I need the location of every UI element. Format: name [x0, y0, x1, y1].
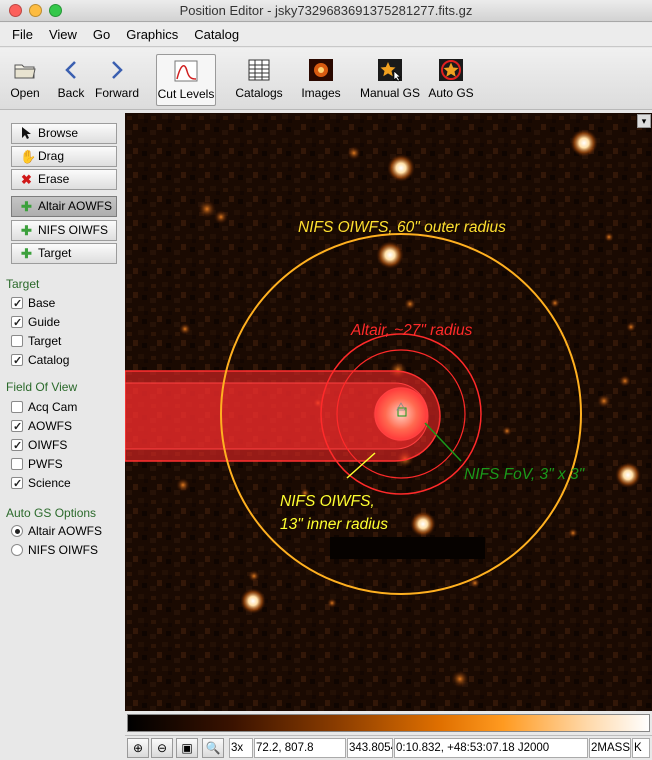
- table-icon: [246, 58, 272, 82]
- nebula-icon: [308, 58, 334, 82]
- base-checkbox[interactable]: Base: [11, 295, 55, 312]
- menu-graphics[interactable]: Graphics: [118, 23, 186, 47]
- band-name: K: [632, 738, 650, 758]
- menu-catalog[interactable]: Catalog: [186, 23, 247, 47]
- survey-name: 2MASS: [589, 738, 631, 758]
- sky-image[interactable]: NIFS OIWFS, 60" outer radius Altair, ~27…: [125, 113, 652, 711]
- add-altair-aowfs-button[interactable]: ✚ Altair AOWFS: [11, 196, 117, 217]
- open-button[interactable]: Open: [6, 54, 44, 106]
- star-target-icon: [438, 58, 464, 82]
- altair-radius-label: Altair, ~27" radius: [350, 322, 473, 339]
- zoom-level: 3x: [229, 738, 253, 758]
- auto-gs-altair-radio[interactable]: Altair AOWFS: [11, 523, 102, 539]
- acq-cam-checkbox[interactable]: Acq Cam: [11, 399, 77, 415]
- zoom-out-button[interactable]: ⊖: [151, 738, 173, 758]
- drag-button[interactable]: ✋ Drag: [11, 146, 117, 167]
- fov-section-label: Field Of View: [6, 380, 78, 394]
- title-bar: Position Editor - jsky732968369137528127…: [0, 0, 652, 22]
- target-section-label: Target: [6, 277, 40, 291]
- magnifier-icon: 🔍: [205, 741, 221, 755]
- auto-gs-options-label: Auto GS Options: [6, 506, 97, 520]
- forward-button[interactable]: Forward: [92, 54, 142, 106]
- science-checkbox[interactable]: Science: [11, 475, 71, 492]
- wcs-coords: 0:10.832, +48:53:07.18 J2000: [394, 738, 588, 758]
- nifs-fov-label: NIFS FoV, 3" x 3": [464, 466, 586, 483]
- pwfs-checkbox[interactable]: PWFS: [11, 456, 63, 472]
- toolbar: Open Back Forward Cut Levels Catalogs Im…: [0, 48, 652, 110]
- pixel-coords: 72.2, 807.8: [254, 738, 346, 758]
- zoom-fit-button[interactable]: ▣: [176, 738, 198, 758]
- auto-gs-nifs-radio[interactable]: NIFS OIWFS: [11, 542, 98, 558]
- histogram-icon: [173, 59, 199, 83]
- status-bar: ⊕ ⊖ ▣ 🔍 3x 72.2, 807.8 343.80545 0:10.83…: [125, 735, 652, 759]
- folder-icon: [12, 58, 38, 82]
- aowfs-checkbox[interactable]: AOWFS: [11, 418, 72, 435]
- dark-band: [330, 537, 485, 559]
- auto-gs-button[interactable]: Auto GS: [426, 54, 476, 106]
- plus-icon: ✚: [21, 199, 32, 214]
- zoom-out-icon: ⊖: [156, 741, 168, 755]
- menu-go[interactable]: Go: [85, 23, 118, 47]
- catalog-checkbox[interactable]: Catalog: [11, 352, 69, 369]
- guide-checkbox[interactable]: Guide: [11, 314, 60, 331]
- plus-icon: ✚: [21, 246, 32, 261]
- outer-radius-label: NIFS OIWFS, 60" outer radius: [298, 219, 506, 236]
- zoom-window-button[interactable]: [49, 4, 62, 17]
- arrow-right-icon: [104, 58, 130, 82]
- target-checkbox[interactable]: Target: [11, 333, 61, 349]
- menu-file[interactable]: File: [4, 23, 41, 47]
- inner-radius-label-line1: NIFS OIWFS,: [280, 493, 375, 510]
- images-button[interactable]: Images: [298, 54, 344, 106]
- zoom-in-button[interactable]: ⊕: [127, 738, 149, 758]
- minimize-window-button[interactable]: [29, 4, 42, 17]
- back-button[interactable]: Back: [54, 54, 88, 106]
- close-window-button[interactable]: [9, 4, 22, 17]
- fit-icon: ▣: [181, 741, 193, 755]
- catalogs-button[interactable]: Catalogs: [232, 54, 286, 106]
- window-title: Position Editor - jsky732968369137528127…: [179, 3, 473, 18]
- star-cursor-icon: [377, 58, 403, 82]
- manual-gs-button[interactable]: Manual GS: [358, 54, 422, 106]
- colorbar[interactable]: [127, 714, 650, 732]
- erase-button[interactable]: ✖ Erase: [11, 169, 117, 190]
- magnifier-button[interactable]: 🔍: [202, 738, 224, 758]
- altair-probe-arm[interactable]: [125, 370, 441, 462]
- pointer-icon: [20, 127, 33, 140]
- menu-view[interactable]: View: [41, 23, 85, 47]
- zoom-in-icon: ⊕: [132, 741, 144, 755]
- inner-radius-label-line2: 13" inner radius: [280, 516, 388, 533]
- oiwfs-checkbox[interactable]: OIWFS: [11, 437, 67, 454]
- add-target-button[interactable]: ✚ Target: [11, 243, 117, 264]
- x-icon: ✖: [21, 172, 32, 187]
- chevron-down-icon[interactable]: ▾: [637, 114, 651, 128]
- add-nifs-oiwfs-button[interactable]: ✚ NIFS OIWFS: [11, 220, 117, 241]
- hand-icon: ✋: [20, 149, 37, 164]
- ra-degrees: 343.80545: [347, 738, 393, 758]
- browse-button[interactable]: Browse: [11, 123, 117, 144]
- arrow-left-icon: [58, 58, 84, 82]
- cut-levels-button[interactable]: Cut Levels: [156, 54, 216, 106]
- menu-bar: File View Go Graphics Catalog: [0, 23, 652, 47]
- plus-icon: ✚: [21, 223, 32, 238]
- image-viewer[interactable]: NIFS OIWFS, 60" outer radius Altair, ~27…: [125, 113, 652, 711]
- left-panel: Browse ✋ Drag ✖ Erase ✚ Altair AOWFS ✚ N…: [0, 111, 124, 760]
